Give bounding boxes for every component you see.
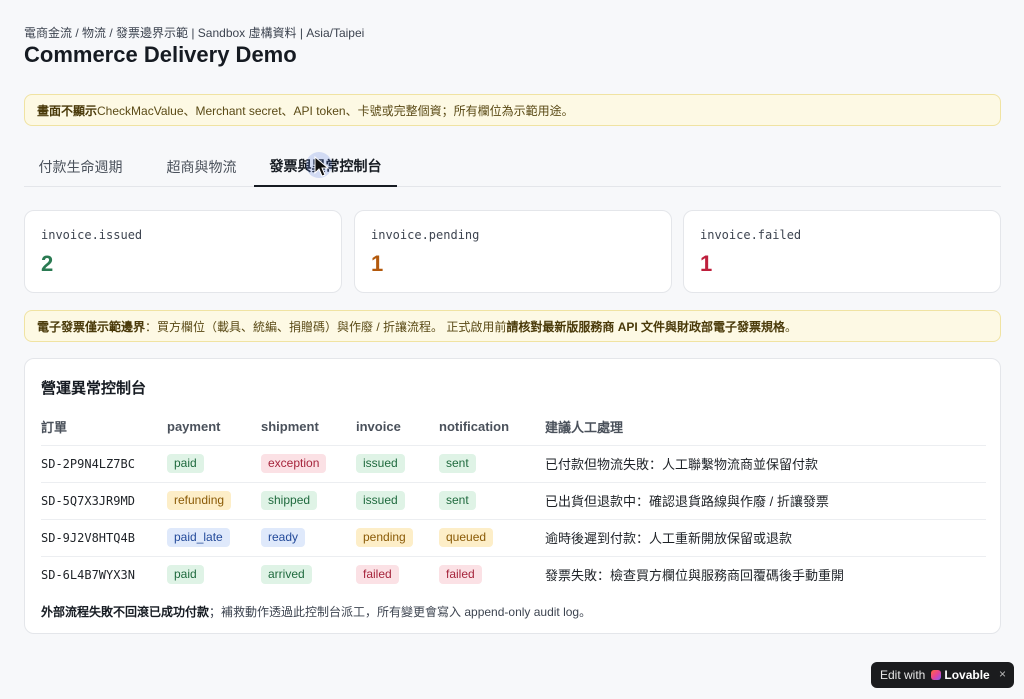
stat-card-failed: invoice.failed 1 (683, 210, 1001, 293)
lovable-heart-icon (931, 670, 942, 680)
invoice-cell: issued (356, 445, 439, 483)
order-id[interactable]: SD-9J2V8HTQ4B (41, 519, 167, 557)
notification-status-badge: failed (439, 565, 482, 585)
payment-cell: paid (167, 445, 261, 483)
invoice-cell: failed (356, 556, 439, 593)
payment-status-badge: paid (167, 565, 204, 585)
panel-title: 營運異常控制台 (41, 380, 147, 397)
exception-table: 訂單 payment shipment invoice notification… (41, 409, 986, 593)
suggested-action: 逾時後遲到付款：人工重新開放保留或退款 (545, 519, 986, 557)
stat-label: invoice.pending (371, 228, 480, 242)
operations-console-panel: 營運異常控制台 訂單 payment shipment invoice noti… (24, 358, 1001, 634)
payment-status-badge: paid_late (167, 528, 230, 547)
order-id[interactable]: SD-2P9N4LZ7BC (41, 445, 167, 483)
edit-with-label: Edit with (880, 668, 926, 682)
payment-status-badge: paid (167, 454, 204, 473)
notification-cell: sent (439, 445, 545, 483)
table-row[interactable]: SD-9J2V8HTQ4B paid_late ready pending queued… (41, 519, 986, 557)
shipment-status-badge: arrived (261, 565, 312, 585)
notification-cell: queued (439, 519, 545, 557)
header-shipment: shipment (261, 409, 356, 446)
notification-cell: sent (439, 482, 545, 520)
security-notice: 畫面不顯示 CheckMacValue、Merchant secret、API … (24, 94, 1001, 126)
shipment-cell: ready (261, 519, 356, 557)
invoice-notice-text-2: 。 (785, 319, 798, 334)
invoice-status-badge: failed (356, 565, 399, 585)
order-id[interactable]: SD-5Q7X3JR9MD (41, 482, 167, 520)
invoice-status-badge: issued (356, 454, 405, 473)
panel-footer-note: 外部流程失敗不回滾已成功付款；補救動作透過此控制台派工，所有變更會寫入 appe… (41, 603, 591, 620)
tab-payment-lifecycle[interactable]: 付款生命週期 (24, 146, 137, 187)
shipment-cell: exception (261, 445, 356, 483)
security-notice-bold: 畫面不顯示 (37, 103, 98, 118)
shipment-cell: arrived (261, 556, 356, 593)
notification-status-badge: sent (439, 454, 476, 473)
stat-value: 1 (371, 251, 384, 276)
invoice-scope-notice: 電子發票僅示範邊界 ：買方欄位（載具、統編、捐贈碼）與作廢 / 折讓流程。 正式啟… (24, 310, 1001, 342)
shipment-status-badge: ready (261, 528, 306, 547)
payment-cell: paid_late (167, 519, 261, 557)
mouse-cursor-icon (314, 156, 330, 177)
invoice-notice-bold-1: 電子發票僅示範邊界 (37, 319, 146, 334)
invoice-notice-bold-2: 請核對最新版服務商 API 文件與財政部電子發票規格 (506, 319, 786, 334)
close-icon[interactable]: × (999, 667, 1006, 681)
tab-bar: 付款生命週期 超商與物流 發票與異常控制台 (24, 146, 1001, 187)
payment-cell: paid (167, 556, 261, 593)
notification-cell: failed (439, 556, 545, 593)
suggested-action: 發票失敗：檢查買方欄位與服務商回覆碼後手動重開 (545, 568, 845, 584)
invoice-status-badge: issued (356, 491, 405, 510)
invoice-notice-text-1: ：買方欄位（載具、統編、捐贈碼）與作廢 / 折讓流程。 正式啟用前 (145, 319, 507, 334)
footer-text: ；補救動作透過此控制台派工，所有變更會寫入 append-only audit … (209, 605, 592, 619)
invoice-cell: pending (356, 519, 439, 557)
header-suggested-action: 建議人工處理 (545, 409, 986, 446)
stat-card-pending: invoice.pending 1 (354, 210, 672, 293)
shipment-cell: shipped (261, 482, 356, 520)
invoice-status-badge: pending (356, 528, 413, 547)
footer-bold: 外部流程失敗不回滾已成功付款 (41, 605, 210, 619)
payment-status-badge: refunding (167, 491, 232, 510)
header-payment: payment (167, 409, 261, 446)
table-row[interactable]: SD-6L4B7WYX3N paid arrived failed failed 發票失敗… (41, 556, 986, 593)
stat-label: invoice.failed (700, 228, 802, 242)
invoice-cell: issued (356, 482, 439, 520)
payment-cell: refunding (167, 482, 261, 520)
table-header-row: 訂單 payment shipment invoice notification… (41, 409, 986, 446)
stat-value: 2 (41, 251, 54, 276)
header-invoice: invoice (356, 409, 439, 446)
tab-convenience-logistics[interactable]: 超商與物流 (144, 146, 259, 187)
suggested-action: 已付款但物流失敗：人工聯繫物流商並保留付款 (545, 445, 986, 483)
table-row[interactable]: SD-2P9N4LZ7BC paid exception issued sent 已付款但… (41, 445, 986, 483)
header-order: 訂單 (41, 409, 167, 446)
shipment-status-badge: shipped (261, 491, 318, 510)
page-title: Commerce Delivery Demo (24, 42, 297, 67)
breadcrumb: 電商金流 / 物流 / 發票邊界示範 | Sandbox 虛構資料 | Asia… (24, 26, 365, 40)
table-row[interactable]: SD-5Q7X3JR9MD refunding shipped issued sent 已… (41, 482, 986, 520)
notification-status-badge: sent (439, 491, 476, 510)
edit-with-lovable-badge[interactable]: Edit with Lovable × (871, 662, 1014, 688)
lovable-brand: Lovable (944, 668, 990, 682)
notification-status-badge: queued (439, 528, 494, 547)
security-notice-text: CheckMacValue、Merchant secret、API token、… (97, 103, 574, 118)
header-notification: notification (439, 409, 545, 446)
shipment-status-badge: exception (261, 454, 327, 473)
stat-value: 1 (700, 251, 713, 276)
suggested-action: 已出貨但退款中：確認退貨路線與作廢 / 折讓發票 (545, 482, 986, 520)
stat-card-issued: invoice.issued 2 (24, 210, 342, 293)
stat-label: invoice.issued (41, 228, 143, 242)
order-id[interactable]: SD-6L4B7WYX3N (41, 556, 167, 593)
